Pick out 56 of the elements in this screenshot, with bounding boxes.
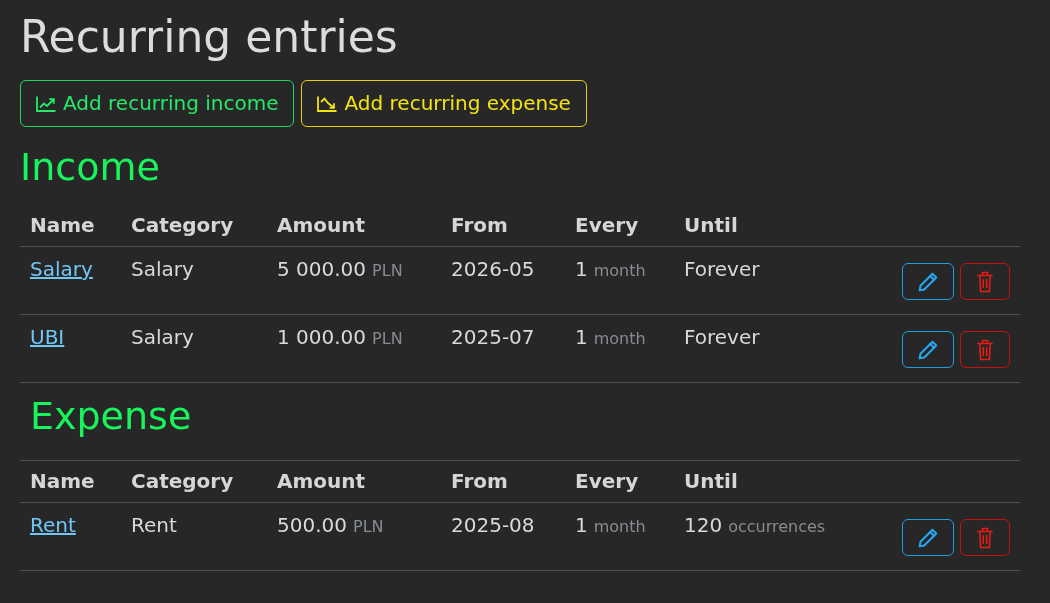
entry-link[interactable]: Salary	[30, 257, 93, 281]
trash-icon	[977, 526, 993, 549]
column-header: Every	[574, 468, 640, 495]
currency-label: PLN	[372, 329, 403, 348]
pencil-icon	[918, 271, 938, 292]
amount-value: 500.00	[277, 513, 347, 537]
chart-up-icon	[36, 95, 56, 112]
column-header: Every	[574, 212, 640, 239]
entry-link[interactable]: Rent	[30, 513, 76, 537]
table-cell-text: 2025-08	[450, 512, 536, 539]
column-header: Amount	[276, 468, 367, 495]
column-header: From	[450, 468, 509, 495]
currency-label: PLN	[353, 517, 384, 536]
table-cell-text: 2026-05	[450, 256, 536, 283]
column-header: Name	[29, 212, 96, 239]
trash-icon	[977, 270, 993, 293]
chart-down-icon	[317, 95, 338, 112]
delete-button[interactable]	[960, 263, 1010, 300]
interval-value: 1	[575, 325, 588, 349]
column-header: Until	[683, 212, 739, 239]
interval-unit: month	[593, 517, 646, 536]
currency-label: PLN	[372, 261, 403, 280]
edit-button[interactable]	[902, 263, 954, 300]
amount-value: 5 000.00	[277, 257, 367, 281]
column-header: Name	[29, 468, 96, 495]
page-title: Recurring entries	[20, 11, 399, 63]
interval-value: 1	[575, 513, 588, 537]
column-header: Amount	[276, 212, 367, 239]
add-expense-button[interactable]: Add recurring expense	[301, 80, 587, 127]
table-cell-text: Forever	[683, 256, 761, 283]
table-cell-text: Salary	[130, 256, 195, 283]
column-header: Category	[130, 212, 235, 239]
until-value: 120	[684, 513, 723, 537]
table-cell-text: Forever	[683, 324, 761, 351]
table-cell-text: Rent	[130, 512, 178, 539]
edit-button[interactable]	[902, 331, 954, 368]
section-heading: Income	[20, 144, 161, 190]
interval-unit: month	[593, 261, 646, 280]
column-header: From	[450, 212, 509, 239]
delete-button[interactable]	[960, 519, 1010, 556]
until-unit: occurrences	[728, 517, 826, 536]
entry-link[interactable]: UBI	[30, 325, 65, 349]
column-header: Until	[683, 468, 739, 495]
edit-button[interactable]	[902, 519, 954, 556]
add-income-button[interactable]: Add recurring income	[20, 80, 295, 127]
table-cell-text: Salary	[130, 324, 195, 351]
column-header: Category	[130, 468, 235, 495]
amount-value: 1 000.00	[277, 325, 367, 349]
delete-button[interactable]	[960, 331, 1010, 368]
trash-icon	[977, 338, 993, 361]
interval-value: 1	[575, 257, 588, 281]
table-cell-text: 2025-07	[450, 324, 536, 351]
section-heading: Expense	[29, 393, 193, 440]
pencil-icon	[918, 527, 938, 548]
interval-unit: month	[593, 329, 646, 348]
pencil-icon	[918, 339, 938, 360]
